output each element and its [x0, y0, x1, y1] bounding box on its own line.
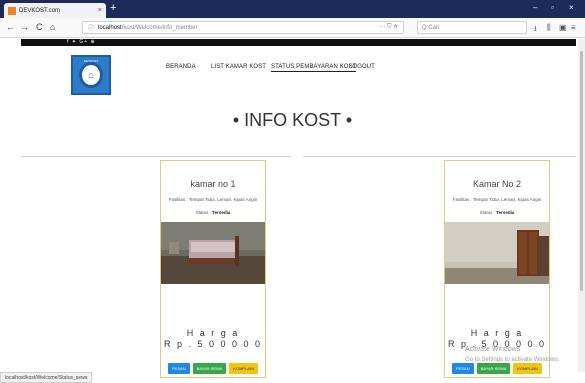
- price-value: R p . 5 0 0 0 0 0: [163, 339, 263, 349]
- room-photo: [445, 222, 549, 284]
- room-title: kamar no 1: [190, 179, 236, 189]
- maximize-button[interactable]: ▫: [551, 3, 554, 12]
- library-icon[interactable]: ⫼: [547, 23, 551, 33]
- room-facilities: Fasilitas : Tempat Tidur, Lemari, Kipas …: [168, 197, 258, 202]
- nav-beranda[interactable]: BERANDA: [166, 64, 196, 70]
- bayar-sewa-button[interactable]: BAYAR SEWA: [192, 363, 227, 374]
- price-label: H a r g a: [470, 328, 524, 338]
- room-photo: [161, 222, 265, 284]
- logo-caption: DEVKOST: [83, 59, 99, 63]
- new-tab-button[interactable]: +: [110, 2, 116, 14]
- room-title: Kamar No 2: [472, 179, 522, 189]
- windows-activation-watermark: Activate Windows Go to Settings to activ…: [465, 345, 560, 365]
- tab-title: DEVKOST.com: [19, 7, 61, 14]
- tab-close-icon[interactable]: ×: [98, 7, 102, 14]
- menu-icon[interactable]: ≡: [571, 23, 576, 32]
- room-status-value: Tersedia: [212, 210, 231, 215]
- url-bar[interactable]: ⓘ localhost /kost/Welcome/info_member ··…: [82, 21, 404, 34]
- close-window-button[interactable]: ×: [569, 3, 574, 12]
- download-icon[interactable]: ⭳: [534, 23, 537, 37]
- page-actions-icon[interactable]: ··· ⛉ ☆: [379, 24, 398, 31]
- forward-button[interactable]: →: [20, 22, 29, 32]
- nav-status-pembayaran[interactable]: STATUS PEMBAYARAN KOST: [271, 64, 357, 72]
- room-card-1: kamar no 1 Fasilitas : Tempat Tidur, Lem…: [160, 160, 266, 378]
- reload-button[interactable]: C: [36, 22, 43, 32]
- site-top-strip: [21, 39, 576, 46]
- url-path: /kost/Welcome/info_member: [121, 24, 198, 31]
- watermark-line2: Go to Settings to activate Windows.: [465, 357, 560, 363]
- room-status: Status : Tersedia: [479, 210, 515, 215]
- browser-tab-bar: DEVKOST.com × + – ▫ ×: [0, 0, 585, 18]
- price-label: H a r g a: [186, 328, 240, 338]
- info-icon: ⓘ: [88, 26, 95, 32]
- house-icon: ⌂: [79, 62, 103, 88]
- url-host: localhost: [98, 24, 122, 31]
- scroll-thumb[interactable]: [580, 51, 583, 291]
- watermark-line1: Activate Windows: [465, 346, 521, 353]
- room-facilities: Fasilitas : Tempat Tidur, Lemari, Kipas …: [452, 197, 542, 202]
- divider-left: [21, 156, 291, 157]
- minimize-button[interactable]: –: [533, 3, 537, 12]
- divider-right: [303, 156, 576, 157]
- search-input[interactable]: Q Cari: [417, 21, 527, 34]
- browser-nav-bar: ← → C ⌂ ⓘ localhost /kost/Welcome/info_m…: [0, 18, 585, 38]
- favicon-icon: [8, 6, 16, 15]
- back-button[interactable]: ←: [6, 22, 15, 32]
- page-scrollbar[interactable]: [578, 39, 585, 372]
- browser-tab[interactable]: DEVKOST.com ×: [4, 3, 106, 18]
- nav-list-kamar-kost[interactable]: LIST KAMAR KOST: [211, 64, 266, 70]
- home-button[interactable]: ⌂: [50, 22, 55, 32]
- pesan-button[interactable]: PESAN: [168, 363, 190, 374]
- site-logo[interactable]: DEVKOST ⌂: [71, 55, 111, 95]
- nav-logout[interactable]: LOGOUT: [349, 64, 375, 70]
- social-icons[interactable]: f ✦ G+ ⊕: [67, 39, 96, 45]
- page-title: • INFO KOST •: [232, 110, 353, 130]
- status-url: localhost/kost/Welcome/Status_sewa: [0, 372, 93, 383]
- room-status: Status : Tersedia: [195, 210, 231, 215]
- komplain-button[interactable]: KOMPLAIN: [229, 363, 258, 374]
- sidebar-icon[interactable]: ▣: [559, 23, 567, 32]
- room-status-value: Tersedia: [496, 210, 515, 215]
